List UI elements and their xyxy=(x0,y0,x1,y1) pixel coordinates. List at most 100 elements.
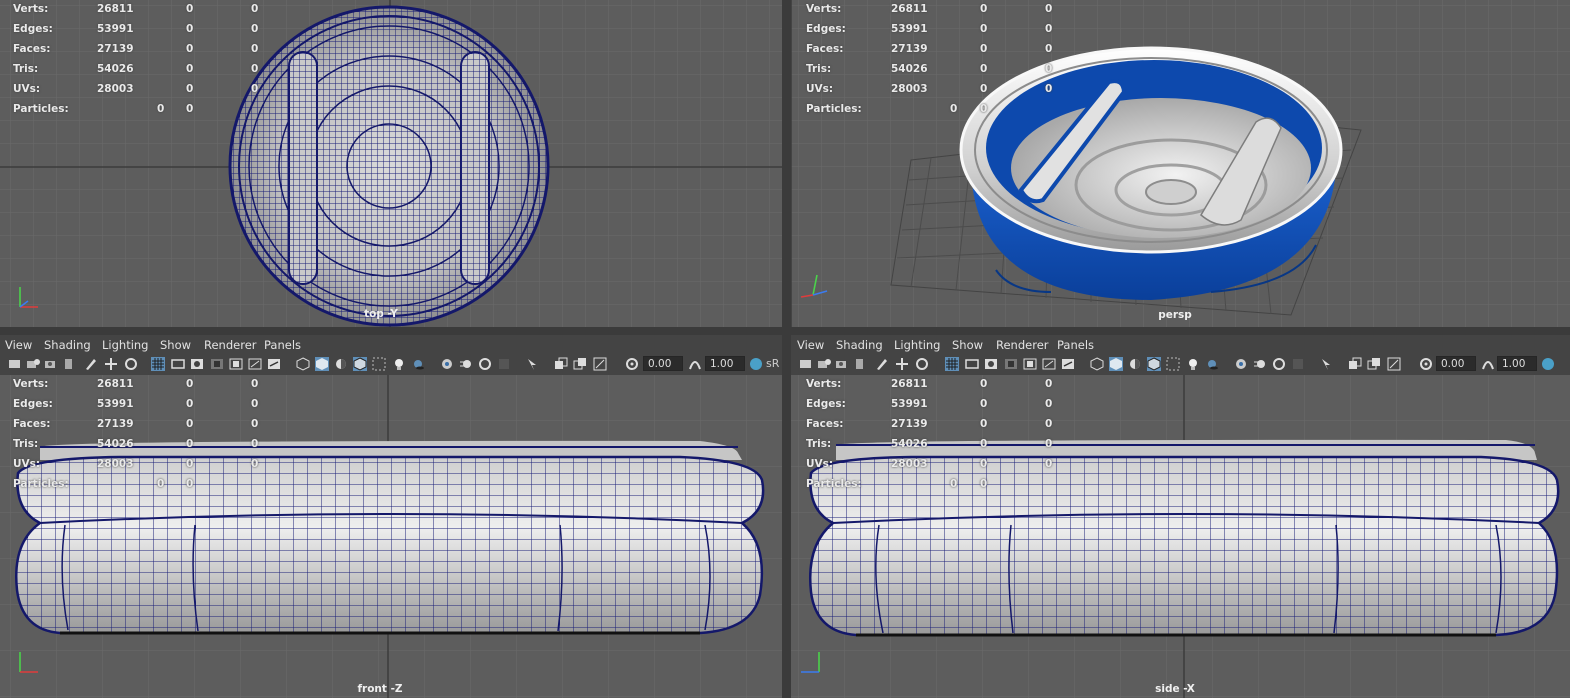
safe-title-icon[interactable] xyxy=(267,357,281,371)
film-gate-icon[interactable] xyxy=(965,357,979,371)
view-axis-icon xyxy=(801,652,820,673)
grease-pencil-icon[interactable] xyxy=(84,357,98,371)
viewport-side[interactable]: Verts: 26811 0 0 Edges: 53991 0 0 Faces: 27139 0… xyxy=(791,375,1570,698)
menu-panels[interactable]: Panels xyxy=(264,338,301,352)
menu-show[interactable]: Show xyxy=(160,338,191,352)
camera-select-icon[interactable] xyxy=(799,357,813,371)
menu-view[interactable]: View xyxy=(797,338,824,352)
menu-show[interactable]: Show xyxy=(952,338,983,352)
multisample-aa-icon[interactable] xyxy=(478,357,492,371)
gate-mask-icon[interactable] xyxy=(1004,357,1018,371)
gate-mask-icon[interactable] xyxy=(210,357,224,371)
resolution-gate-icon[interactable] xyxy=(984,357,998,371)
view-axis-icon xyxy=(19,287,38,308)
resolution-gate-icon[interactable] xyxy=(190,357,204,371)
grease-pencil-icon[interactable] xyxy=(875,357,889,371)
view-axis-icon xyxy=(19,652,38,673)
motion-blur-icon[interactable] xyxy=(459,357,473,371)
motion-blur-icon[interactable] xyxy=(1253,357,1267,371)
field-chart-icon[interactable] xyxy=(1023,357,1037,371)
menu-lighting[interactable]: Lighting xyxy=(894,338,940,352)
menu-renderer[interactable]: Renderer xyxy=(204,338,257,352)
2d-pan-zoom-icon[interactable] xyxy=(895,357,909,371)
grid-toggle-icon[interactable] xyxy=(151,357,165,371)
menu-shading[interactable]: Shading xyxy=(44,338,91,352)
viewport-persp[interactable]: Verts: 26811 0 0 Edges: 53991 0 0 Faces: 27139 0… xyxy=(791,0,1570,327)
color-management-icon[interactable] xyxy=(749,357,763,371)
exposure-icon[interactable] xyxy=(625,357,639,371)
multisample-aa-icon[interactable] xyxy=(1272,357,1286,371)
color-management-icon[interactable] xyxy=(1541,357,1555,371)
exposure-field[interactable]: 0.00 xyxy=(643,356,683,371)
poly-count-hud: Verts: 26811 0 0 Edges: 53991 0 0 Faces: 27139 0… xyxy=(806,3,1053,115)
poly-count-hud: Verts: 26811 0 0 Edges: 53991 0 0 Faces: 27139 0… xyxy=(806,378,1053,490)
xray-active-icon[interactable] xyxy=(1367,357,1381,371)
safe-action-icon[interactable] xyxy=(1042,357,1056,371)
smooth-shade-icon[interactable] xyxy=(1109,357,1123,371)
xray-joints-icon[interactable] xyxy=(1348,357,1362,371)
xray-joints-icon[interactable] xyxy=(554,357,568,371)
grid-toggle-icon[interactable] xyxy=(945,357,959,371)
menu-view[interactable]: View xyxy=(5,338,32,352)
gamma-field[interactable]: 1.00 xyxy=(1497,356,1537,371)
panel-toolbar-front: 0.00 1.00 sR xyxy=(0,353,782,375)
gamma-field[interactable]: 1.00 xyxy=(705,356,745,371)
viewport-camera-label: persp xyxy=(1158,309,1192,321)
menu-shading[interactable]: Shading xyxy=(836,338,883,352)
isolate-select-icon[interactable] xyxy=(526,357,540,371)
poly-count-hud: Verts: 26811 0 0 Edges: 53991 0 0 Faces: 27139 0… xyxy=(13,378,259,490)
2d-pan-zoom-icon[interactable] xyxy=(104,357,118,371)
xray-active-icon[interactable] xyxy=(573,357,587,371)
screen-space-ao-icon[interactable] xyxy=(1234,357,1248,371)
safe-title-icon[interactable] xyxy=(1061,357,1075,371)
wireframe-on-shaded-icon[interactable] xyxy=(353,357,367,371)
use-all-lights-icon[interactable] xyxy=(1186,357,1200,371)
pane-divider-horizontal[interactable] xyxy=(0,327,1570,335)
menu-panels[interactable]: Panels xyxy=(1057,338,1094,352)
safe-action-icon[interactable] xyxy=(248,357,262,371)
shadows-icon[interactable] xyxy=(1205,357,1219,371)
isolate-select-icon[interactable] xyxy=(1320,357,1334,371)
gamma-icon[interactable] xyxy=(688,357,702,371)
depth-of-field-icon[interactable] xyxy=(1291,357,1305,371)
film-gate-icon[interactable] xyxy=(171,357,185,371)
field-chart-icon[interactable] xyxy=(229,357,243,371)
default-material-icon[interactable] xyxy=(334,357,348,371)
backface-culling-icon[interactable] xyxy=(1387,357,1401,371)
pane-divider-vertical[interactable] xyxy=(782,0,791,698)
camera-attributes-icon[interactable] xyxy=(817,357,831,371)
bookmark-icon[interactable] xyxy=(44,357,58,371)
wireframe-icon[interactable] xyxy=(1090,357,1104,371)
viewport-front[interactable]: Verts: 26811 0 0 Edges: 53991 0 0 Faces: 27139 0… xyxy=(0,375,782,698)
xray-icon[interactable] xyxy=(1166,357,1180,371)
panel-menubar-side: View Shading Lighting Show Renderer Pane… xyxy=(791,335,1570,354)
exposure-icon[interactable] xyxy=(1419,357,1433,371)
xray-icon[interactable] xyxy=(372,357,386,371)
image-plane-icon[interactable] xyxy=(853,357,867,371)
menu-renderer[interactable]: Renderer xyxy=(996,338,1049,352)
backface-culling-icon[interactable] xyxy=(593,357,607,371)
menu-lighting[interactable]: Lighting xyxy=(102,338,148,352)
gamma-icon[interactable] xyxy=(1481,357,1495,371)
smooth-shade-icon[interactable] xyxy=(315,357,329,371)
view-axis-icon xyxy=(800,274,828,298)
2d-pan-zoom-icon-b[interactable] xyxy=(915,357,929,371)
wireframe-icon[interactable] xyxy=(296,357,310,371)
exposure-field[interactable]: 0.00 xyxy=(1436,356,1476,371)
wireframe-on-shaded-icon[interactable] xyxy=(1147,357,1161,371)
use-all-lights-icon[interactable] xyxy=(392,357,406,371)
screen-space-ao-icon[interactable] xyxy=(440,357,454,371)
camera-attributes-icon[interactable] xyxy=(26,357,40,371)
viewport-camera-label: side -X xyxy=(1155,683,1195,695)
color-space-label[interactable]: sR xyxy=(766,357,779,370)
depth-of-field-icon[interactable] xyxy=(497,357,511,371)
default-material-icon[interactable] xyxy=(1128,357,1142,371)
camera-select-icon[interactable] xyxy=(8,357,22,371)
image-plane-icon[interactable] xyxy=(62,357,76,371)
viewport-top[interactable]: Verts: 26811 0 0 Edges: 53991 0 0 Faces: 27139 0… xyxy=(0,0,782,327)
panel-toolbar-side: 0.00 1.00 xyxy=(791,353,1570,375)
poly-count-hud: Verts: 26811 0 0 Edges: 53991 0 0 Faces: 27139 0… xyxy=(13,3,259,115)
2d-pan-zoom-icon-b[interactable] xyxy=(124,357,138,371)
shadows-icon[interactable] xyxy=(411,357,425,371)
bookmark-icon[interactable] xyxy=(835,357,849,371)
